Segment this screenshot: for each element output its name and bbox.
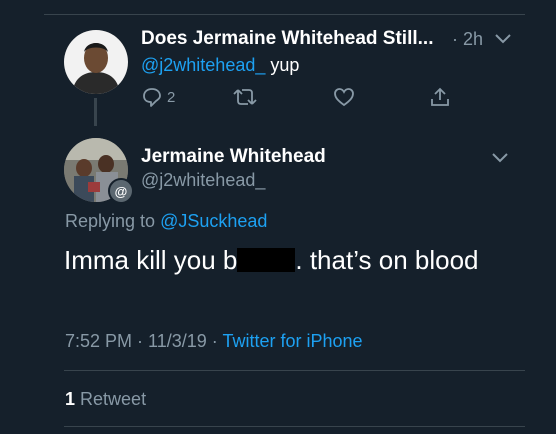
parent-chevron-down-icon[interactable] [494,33,512,45]
retweet-stats[interactable]: 1 Retweet [65,389,146,410]
main-handle[interactable]: @j2whitehead_ [141,170,265,191]
parent-display-name[interactable]: Does Jermaine Whitehead Still... [141,28,433,50]
thread-connector [94,98,97,126]
parent-time-value: 2h [463,29,484,49]
censor-bar [237,248,296,272]
share-action[interactable] [429,86,451,108]
retweet-action[interactable] [232,86,258,108]
like-action[interactable] [333,86,355,108]
tweet-text-before: Imma kill you b [64,245,238,275]
reply-icon [143,88,161,107]
main-tweet-text: Imma kill you b . that’s on blood [64,245,479,276]
parent-tweet-line: @j2whitehead_ yup [141,55,299,76]
replying-prefix: Replying to [65,211,156,231]
tweet-source-link[interactable]: Twitter for iPhone [222,331,362,351]
replying-to-line: Replying to @JSuckhead [65,211,267,232]
main-chevron-down-icon[interactable] [491,152,509,164]
parent-tweet-text: yup [270,55,300,75]
avatar-badge: @ [108,178,134,204]
parent-avatar[interactable] [64,30,128,94]
heart-icon [334,88,354,107]
parent-time[interactable]: · 2h [452,29,483,50]
stats-divider-top [64,370,525,371]
top-divider [44,14,525,15]
replying-to-link[interactable]: @JSuckhead [160,211,267,231]
tweet-text-after: . that’s on blood [295,245,479,275]
tweet-metadata: 7:52 PM · 11/3/19 · Twitter for iPhone [65,331,363,352]
parent-handle-link[interactable]: @j2whitehead_ [141,55,265,75]
retweet-icon [233,89,257,105]
tweet-timestamp[interactable]: 7:52 PM · 11/3/19 · [65,331,218,351]
retweet-label: Retweet [80,389,147,409]
share-icon [431,87,449,106]
retweet-count: 1 [65,389,76,409]
reply-count: 2 [167,88,176,106]
stats-divider-bottom [64,426,525,427]
reply-action[interactable]: 2 [141,86,175,108]
main-display-name[interactable]: Jermaine Whitehead [141,146,326,168]
